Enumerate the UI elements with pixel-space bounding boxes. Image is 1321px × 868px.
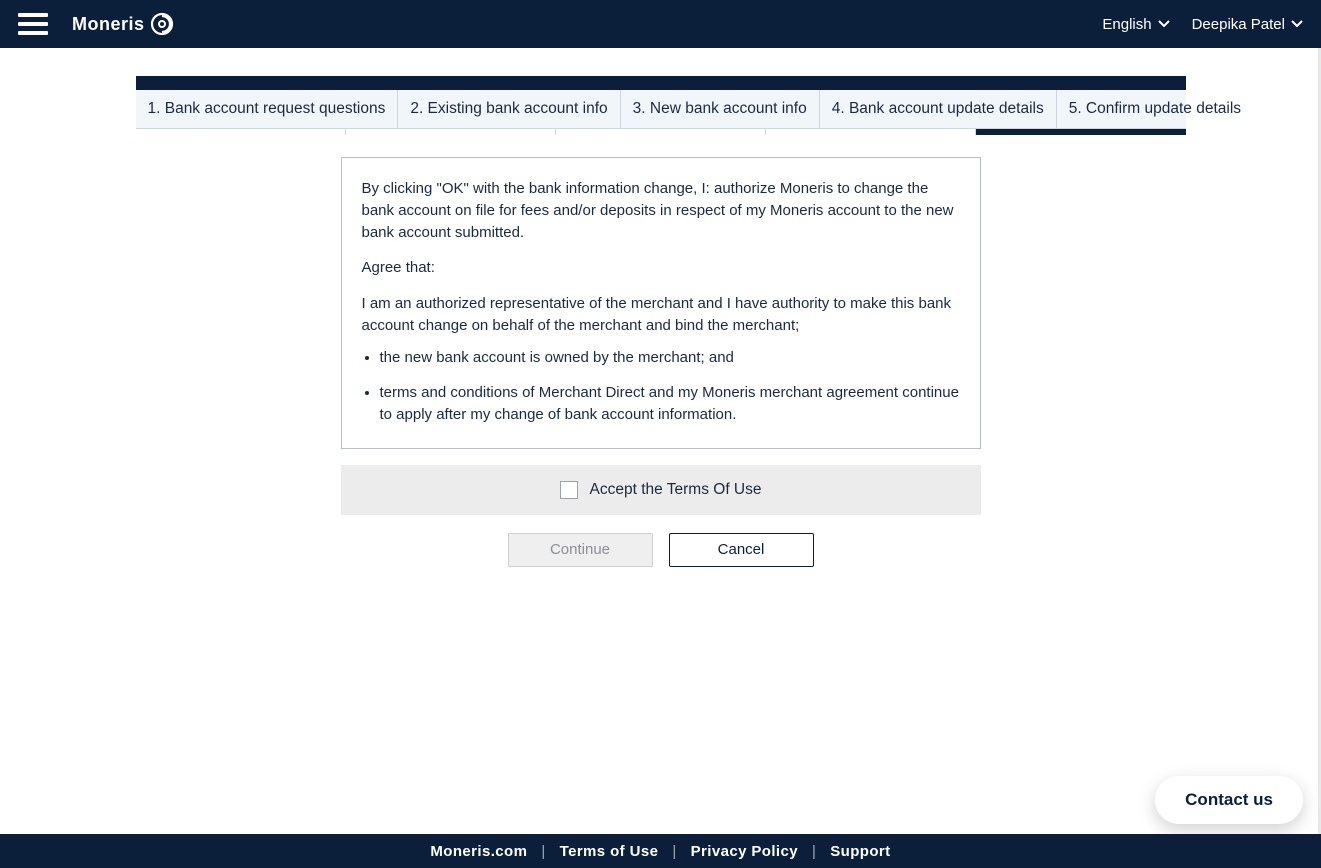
step-3[interactable]: 3. New bank account info [621,90,820,128]
terms-auth-text: I am an authorized representative of the… [362,293,960,337]
terms-card: By clicking "OK" with the bank informati… [341,157,981,449]
page-body: 1. Bank account request questions 2. Exi… [0,48,1321,567]
accept-bar: Accept the Terms Of Use [341,465,981,515]
footer-link-privacy[interactable]: Privacy Policy [691,843,798,860]
step-underline [556,129,766,135]
step-label: 4. Bank account update details [832,100,1044,117]
contact-us-label: Contact us [1185,790,1273,809]
language-label: English [1102,16,1151,33]
button-row: Continue Cancel [341,533,981,567]
step-label: 2. Existing bank account info [410,100,607,117]
step-underline [766,129,976,135]
step-1[interactable]: 1. Bank account request questions [136,90,399,128]
step-underline [136,129,346,135]
step-label: 1. Bank account request questions [148,100,386,117]
contact-us-button[interactable]: Contact us [1155,776,1303,824]
footer: Moneris.com | Terms of Use | Privacy Pol… [0,834,1321,868]
accept-label: Accept the Terms Of Use [590,481,762,499]
footer-separator: | [541,843,545,860]
accept-checkbox[interactable] [560,481,578,499]
step-5[interactable]: 5. Confirm update details [1057,90,1253,128]
wizard-underline [136,129,1186,135]
brand-swirl-icon [147,10,177,38]
step-label: 5. Confirm update details [1069,100,1241,117]
menu-icon[interactable] [18,13,48,35]
chevron-down-icon [1158,20,1170,28]
continue-button[interactable]: Continue [508,533,653,567]
wizard-steps: 1. Bank account request questions 2. Exi… [136,90,1186,129]
terms-agree-heading: Agree that: [362,257,960,279]
footer-separator: | [672,843,676,860]
footer-link-support[interactable]: Support [830,843,890,860]
language-dropdown[interactable]: English [1102,16,1169,33]
step-underline-active [976,129,1185,135]
terms-bullet: terms and conditions of Merchant Direct … [380,382,960,426]
footer-link-moneris[interactable]: Moneris.com [430,843,527,860]
button-label: Cancel [718,541,765,558]
step-4[interactable]: 4. Bank account update details [820,90,1057,128]
cancel-button[interactable]: Cancel [669,533,814,567]
wizard-topbar [136,76,1186,90]
step-2[interactable]: 2. Existing bank account info [398,90,620,128]
footer-separator: | [812,843,816,860]
brand-name: Moneris [72,14,145,35]
wizard: 1. Bank account request questions 2. Exi… [136,76,1186,567]
footer-link-terms[interactable]: Terms of Use [560,843,659,860]
user-name: Deepika Patel [1192,16,1285,33]
button-label: Continue [550,541,610,558]
terms-bullets: the new bank account is owned by the mer… [362,347,960,426]
step-underline [346,129,556,135]
terms-intro: By clicking "OK" with the bank informati… [362,178,960,243]
brand-logo[interactable]: Moneris [72,10,177,38]
step-label: 3. New bank account info [633,100,807,117]
app-header: Moneris English Deepika Patel [0,0,1321,48]
chevron-down-icon [1291,20,1303,28]
terms-bullet: the new bank account is owned by the mer… [380,347,960,369]
user-dropdown[interactable]: Deepika Patel [1192,16,1303,33]
